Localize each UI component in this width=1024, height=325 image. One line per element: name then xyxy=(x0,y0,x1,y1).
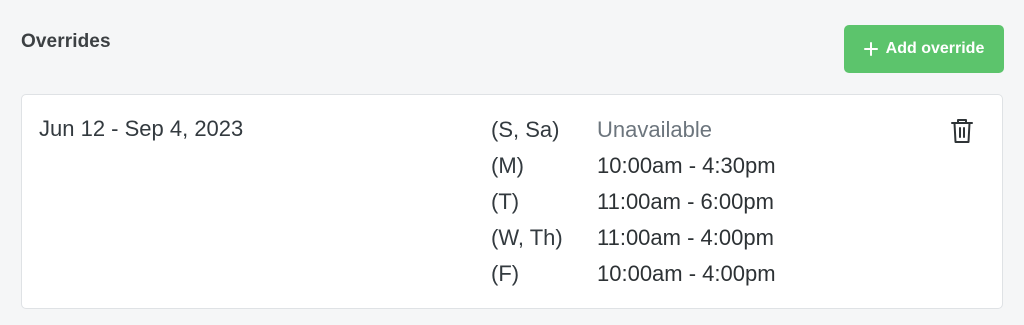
schedule-row: (W, Th) 11:00am - 4:00pm xyxy=(491,224,776,260)
schedule-row: (S, Sa) Unavailable xyxy=(491,116,776,152)
schedule-hours: 10:00am - 4:00pm xyxy=(597,261,776,286)
schedule-days: (W, Th) xyxy=(491,225,563,250)
schedule-days: (F) xyxy=(491,261,520,286)
schedule-days: (T) xyxy=(491,189,520,214)
section-title: Overrides xyxy=(21,31,111,52)
schedule-days: (S, Sa) xyxy=(491,117,560,142)
plus-icon xyxy=(863,42,878,56)
override-schedule: (S, Sa) Unavailable (M) 10:00am - 4:30pm… xyxy=(491,116,776,296)
schedule-row: (M) 10:00am - 4:30pm xyxy=(491,152,776,188)
overrides-page: Overrides Add override Jun 12 - Sep 4, 2… xyxy=(0,0,1024,325)
schedule-days: (M) xyxy=(491,153,524,178)
override-card: Jun 12 - Sep 4, 2023 (S, Sa) Unavailable… xyxy=(21,94,1003,309)
override-date-range: Jun 12 - Sep 4, 2023 xyxy=(39,116,244,141)
schedule-row: (T) 11:00am - 6:00pm xyxy=(491,188,776,224)
delete-override-button[interactable] xyxy=(950,117,974,145)
schedule-hours: 11:00am - 4:00pm xyxy=(597,225,774,250)
schedule-hours: Unavailable xyxy=(597,117,712,142)
trash-icon xyxy=(951,119,973,143)
add-override-label: Add override xyxy=(885,40,985,57)
schedule-hours: 10:00am - 4:30pm xyxy=(597,153,776,178)
schedule-hours: 11:00am - 6:00pm xyxy=(597,189,774,214)
schedule-row: (F) 10:00am - 4:00pm xyxy=(491,260,776,296)
add-override-button[interactable]: Add override xyxy=(844,25,1004,73)
